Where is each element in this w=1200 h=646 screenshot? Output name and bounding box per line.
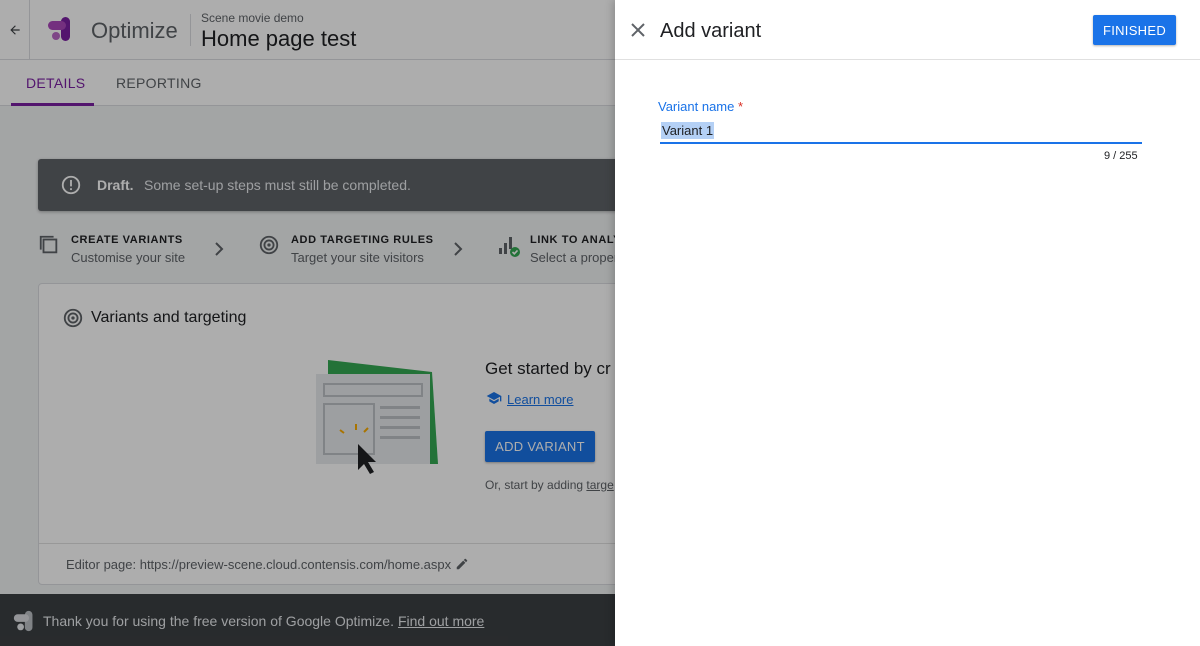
variant-name-label: Variant name * [658,99,743,114]
selected-input-text: Variant 1 [661,122,715,139]
character-counter: 9 / 255 [1104,150,1138,162]
panel-header: Add variant FINISHED [615,0,1200,60]
close-button[interactable] [627,19,649,41]
field-label-text: Variant name [658,99,735,114]
finished-button[interactable]: FINISHED [1093,15,1176,45]
panel-title: Add variant [660,20,762,42]
variant-name-input[interactable] [660,120,1142,144]
close-icon [631,23,645,37]
required-marker: * [737,99,744,114]
add-variant-panel: Add variant FINISHED Variant name * Vari… [615,0,1200,646]
